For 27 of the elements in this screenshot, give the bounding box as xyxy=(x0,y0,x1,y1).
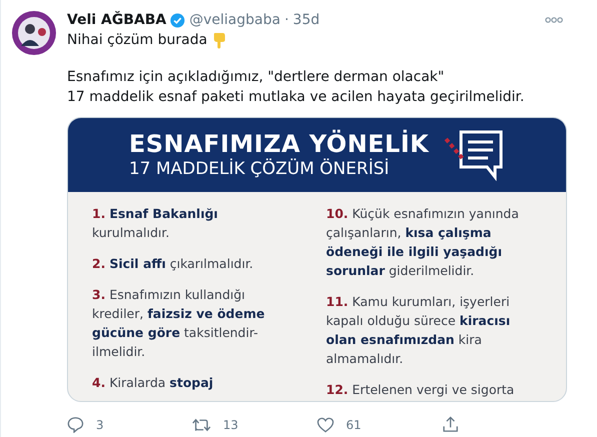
reply-count: 3 xyxy=(96,418,104,432)
like-count: 61 xyxy=(346,418,362,432)
retweet-icon[interactable] xyxy=(192,416,211,432)
retweet-count: 13 xyxy=(223,418,238,432)
heart-icon[interactable] xyxy=(317,416,334,432)
infographic-subtitle: 17 MADDELİK ÇÖZÜM ÖNERİSİ xyxy=(128,158,390,180)
item-text: 11. Kamu kurumları, işyerleri kapalı olduğu sürece kiracısı olan esnafımızdan kira almamalıdır. xyxy=(326,293,512,368)
item-text: 1. Esnaf Bakanlığı kurulmalıdır. xyxy=(92,205,219,242)
item-text: 10. Küçük esnafımızın yanında çalışanların, kısa çalışma ödeneği ile ilgili yaşadığı sorunlar giderilmelidir. xyxy=(326,205,520,280)
tweet-text: 17 maddelik esnaf paketi mutlaka ve acilen hayata geçirilmelidir. xyxy=(67,88,526,107)
tweet-text: Nihai çözüm burada xyxy=(67,32,208,48)
separator-dot: · xyxy=(284,12,289,28)
share-icon[interactable] xyxy=(442,416,459,433)
infographic-card[interactable] xyxy=(67,117,567,402)
document-pen-icon xyxy=(443,129,506,181)
infographic-title: ESNAFIMIZA YÖNELİK xyxy=(128,130,430,158)
item-text: 4. Kiralarda stopaj xyxy=(92,374,214,392)
item-text: 2. Sicil affı çıkarılmalıdır. xyxy=(92,255,254,273)
more-icon[interactable] xyxy=(545,17,563,23)
author-handle[interactable]: @veliagbaba xyxy=(189,12,280,28)
tweet-text: Esnafımız için açıkladığımız, "dertlere derman olacak" xyxy=(67,68,446,87)
item-text: 12. Ertelenen vergi ve sigorta xyxy=(326,381,516,399)
item-text: 3. Esnafımızın kullandığı krediler, faizsiz ve ödeme gücüne göre taksitlendir-ilmelidir. xyxy=(92,286,266,361)
tweet-time[interactable]: 35d xyxy=(292,12,320,28)
avatar[interactable] xyxy=(11,10,57,56)
reply-icon[interactable] xyxy=(67,416,84,433)
author-name[interactable]: Veli AĞBABA xyxy=(67,12,166,28)
